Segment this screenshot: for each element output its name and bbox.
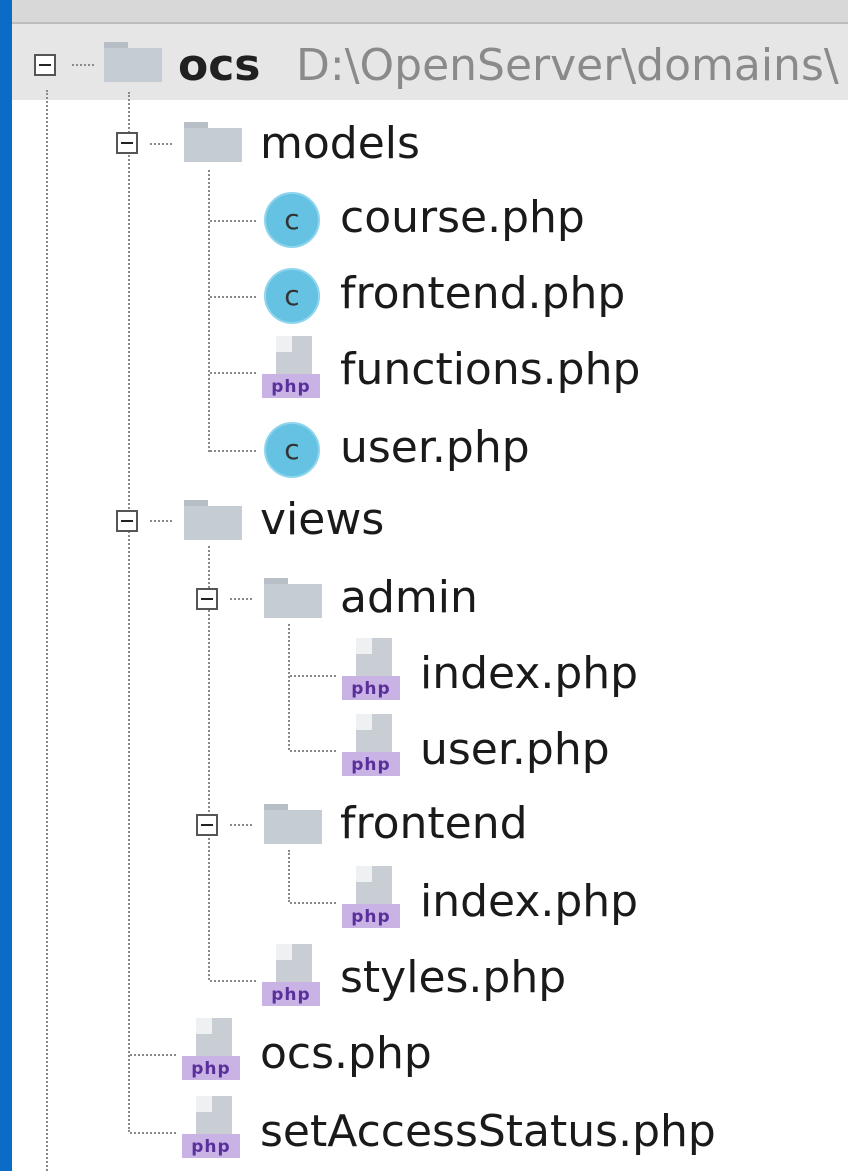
tree-branch bbox=[210, 450, 256, 452]
class-icon: c bbox=[264, 268, 320, 324]
tree-branch bbox=[150, 143, 172, 145]
php-file-icon: php bbox=[342, 714, 402, 778]
tree-line-models bbox=[208, 170, 210, 452]
collapse-toggle-views[interactable] bbox=[116, 510, 138, 532]
file-label: user.php bbox=[340, 422, 530, 473]
tree-branch bbox=[72, 64, 94, 66]
php-file-icon: php bbox=[182, 1096, 242, 1160]
tree-branch bbox=[130, 1132, 176, 1134]
tree-branch bbox=[290, 675, 336, 677]
tree-line-root bbox=[46, 90, 48, 1171]
file-label: index.php bbox=[420, 648, 639, 699]
file-label: functions.php bbox=[340, 344, 641, 395]
php-file-icon: php bbox=[262, 336, 322, 400]
folder-icon bbox=[104, 42, 162, 82]
folder-label-models: models bbox=[260, 118, 420, 169]
folder-icon bbox=[184, 122, 242, 162]
php-file-icon: php bbox=[342, 866, 402, 930]
php-file-icon: php bbox=[182, 1018, 242, 1082]
folder-icon bbox=[264, 804, 322, 844]
php-file-icon: php bbox=[342, 638, 402, 702]
file-label: frontend.php bbox=[340, 268, 626, 319]
tree-branch bbox=[210, 296, 256, 298]
project-path: D:\OpenServer\domains\ bbox=[296, 40, 839, 91]
file-label: ocs.php bbox=[260, 1028, 432, 1079]
tree-branch bbox=[210, 220, 256, 222]
file-label: index.php bbox=[420, 876, 639, 927]
collapse-toggle-frontend[interactable] bbox=[196, 814, 218, 836]
project-name: ocs bbox=[178, 40, 261, 91]
php-file-icon: php bbox=[262, 944, 322, 1008]
file-label: setAccessStatus.php bbox=[260, 1106, 716, 1157]
tree-branch bbox=[290, 750, 336, 752]
collapse-toggle-admin[interactable] bbox=[196, 588, 218, 610]
project-tree-panel: ocs D:\OpenServer\domains\ models c cour… bbox=[12, 0, 848, 1171]
class-icon: c bbox=[264, 422, 320, 478]
tree-branch bbox=[150, 520, 172, 522]
file-label: styles.php bbox=[340, 952, 567, 1003]
folder-label-admin: admin bbox=[340, 572, 478, 623]
tree-branch bbox=[130, 1054, 176, 1056]
tree-line-frontend bbox=[288, 850, 290, 902]
panel-top-bar bbox=[12, 0, 848, 24]
file-label: user.php bbox=[420, 724, 610, 775]
collapse-toggle-project[interactable] bbox=[34, 54, 56, 76]
tree-line-admin bbox=[288, 624, 290, 750]
folder-icon bbox=[264, 578, 322, 618]
tree-branch bbox=[210, 980, 256, 982]
file-label: course.php bbox=[340, 192, 585, 243]
class-icon: c bbox=[264, 192, 320, 248]
tree-branch bbox=[210, 372, 256, 374]
folder-icon bbox=[184, 500, 242, 540]
tree-branch bbox=[230, 598, 252, 600]
tree-line-level1 bbox=[128, 92, 130, 1132]
folder-label-views: views bbox=[260, 494, 385, 545]
tree-branch bbox=[230, 824, 252, 826]
tree-line-views bbox=[208, 546, 210, 980]
collapse-toggle-models[interactable] bbox=[116, 132, 138, 154]
folder-label-frontend: frontend bbox=[340, 798, 528, 849]
tree-branch bbox=[290, 902, 336, 904]
